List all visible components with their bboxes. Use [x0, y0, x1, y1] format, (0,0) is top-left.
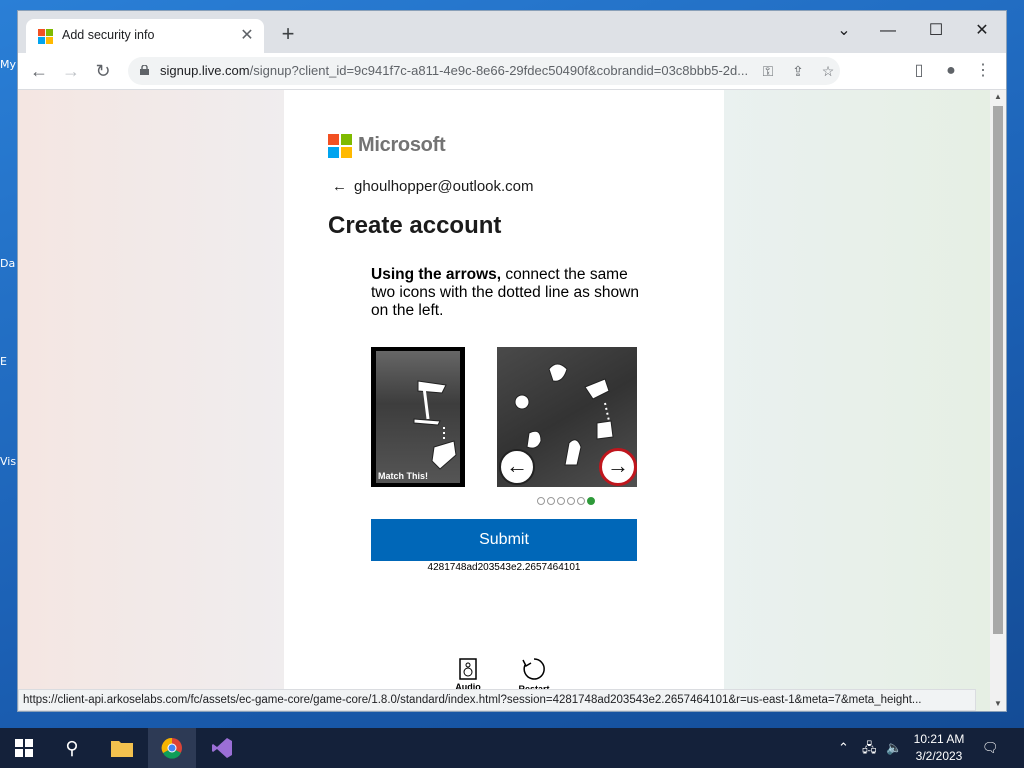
- captcha-instructions: Using the arrows, connect the same two i…: [371, 266, 651, 320]
- page-dot-active: [587, 497, 595, 505]
- page-viewport: Microsoft ← ghoulhopper@outlook.com Crea…: [18, 90, 990, 711]
- scroll-thumb[interactable]: [993, 106, 1003, 634]
- page-dot: [557, 497, 565, 505]
- arrow-right-button[interactable]: →: [599, 448, 637, 486]
- minimize-button[interactable]: —: [868, 17, 908, 45]
- chrome-icon: [161, 737, 182, 759]
- clock-time: 10:21 AM: [913, 732, 965, 746]
- speaker-icon: [459, 658, 477, 680]
- clock-date: 3/2/2023: [915, 749, 963, 763]
- show-hidden-icons-icon[interactable]: ⌃: [838, 728, 849, 768]
- desktop-icon-label[interactable]: E: [0, 355, 7, 368]
- tab-search-icon[interactable]: ⌄: [824, 17, 864, 45]
- submit-button[interactable]: Submit: [371, 519, 637, 561]
- url-host: signup.live.com: [160, 63, 250, 78]
- visual-studio-icon[interactable]: [198, 728, 246, 768]
- microsoft-logo-icon: [38, 29, 53, 44]
- back-arrow-icon[interactable]: ←: [332, 178, 347, 195]
- match-example-image: Match This!: [371, 347, 465, 487]
- forward-icon[interactable]: →: [58, 58, 84, 84]
- chrome-taskbar-button[interactable]: [148, 728, 196, 768]
- file-explorer-icon[interactable]: [98, 728, 146, 768]
- signup-card: Microsoft ← ghoulhopper@outlook.com Crea…: [284, 90, 724, 711]
- desktop-icon-label[interactable]: My: [0, 58, 16, 71]
- page-dot: [537, 497, 545, 505]
- page-dot: [567, 497, 575, 505]
- tab-strip: Add security info ✕ + ⌄ — ☐ ✕: [18, 11, 1006, 53]
- arrow-left-button[interactable]: ←: [499, 449, 535, 485]
- status-bar-url: https://client-api.arkoselabs.com/fc/ass…: [18, 689, 976, 711]
- scroll-up-icon[interactable]: ▲: [990, 90, 1006, 104]
- star-icon[interactable]: ☆: [818, 61, 838, 81]
- desktop-icon-label[interactable]: Da: [0, 257, 15, 270]
- lock-icon: [140, 65, 149, 75]
- match-example-canvas: Match This!: [376, 351, 460, 483]
- audio-button[interactable]: Audio: [452, 658, 484, 692]
- browser-window: Add security info ✕ + ⌄ — ☐ ✕ ← → ↻ sign…: [18, 11, 1006, 711]
- session-id: 4281748ad203543e2.2657464101: [427, 562, 581, 573]
- tab-add-security-info[interactable]: Add security info ✕: [26, 19, 264, 53]
- url-path: /signup?client_id=9c941f7c-a811-4e9c-8e6…: [249, 63, 749, 78]
- page-title: Create account: [328, 212, 502, 239]
- captcha-challenge: Using the arrows, connect the same two i…: [352, 248, 654, 708]
- account-email: ghoulhopper@outlook.com: [354, 178, 534, 195]
- maximize-button[interactable]: ☐: [916, 17, 956, 45]
- notifications-icon[interactable]: 🗨: [982, 728, 999, 768]
- back-icon[interactable]: ←: [26, 58, 52, 84]
- search-icon[interactable]: ⚲: [48, 728, 96, 768]
- share-icon[interactable]: ⇪: [788, 61, 808, 81]
- restart-icon: [522, 658, 545, 680]
- puzzle-page-dots: [537, 492, 597, 505]
- vertical-scrollbar[interactable]: ▲ ▼: [990, 90, 1006, 711]
- vs-logo-icon: [212, 738, 232, 758]
- match-label: Match This!: [378, 471, 429, 481]
- volume-icon[interactable]: 🔈: [886, 728, 902, 768]
- url-text[interactable]: signup.live.com/signup?client_id=9c941f7…: [160, 63, 800, 78]
- close-tab-icon[interactable]: ✕: [236, 25, 258, 47]
- start-button[interactable]: [0, 728, 48, 768]
- scroll-down-icon[interactable]: ▼: [990, 697, 1006, 711]
- close-window-button[interactable]: ✕: [962, 17, 1002, 45]
- desktop-icon-label[interactable]: Vis: [0, 455, 16, 468]
- signpost-and-shell-icons: [413, 380, 457, 470]
- network-icon[interactable]: 🖧: [862, 728, 877, 768]
- address-bar[interactable]: signup.live.com/signup?client_id=9c941f7…: [128, 57, 840, 85]
- menu-icon[interactable]: ⋮: [970, 58, 996, 84]
- folder-icon: [111, 741, 133, 757]
- windows-logo-icon: [15, 739, 33, 757]
- microsoft-logo-icon: [328, 134, 352, 158]
- browser-toolbar: ← → ↻ signup.live.com/signup?client_id=9…: [18, 53, 1006, 90]
- taskbar-clock[interactable]: 10:21 AM 3/2/2023: [904, 731, 974, 765]
- key-icon[interactable]: ⚿: [758, 61, 778, 81]
- brand-name: Microsoft: [358, 134, 446, 156]
- page-dot: [547, 497, 555, 505]
- tab-title: Add security info: [62, 28, 155, 42]
- instruction-bold: Using the arrows,: [371, 266, 502, 283]
- reload-icon[interactable]: ↻: [90, 58, 116, 84]
- taskbar: ⚲ ⌃ 🖧 🔈 10:21 AM 3/2/2023 🗨: [0, 728, 1024, 768]
- page-dot: [577, 497, 585, 505]
- new-tab-button[interactable]: +: [276, 23, 300, 47]
- side-panel-icon[interactable]: ▯: [906, 58, 932, 84]
- profile-icon[interactable]: ●: [938, 58, 964, 84]
- puzzle-image: ← →: [497, 347, 637, 487]
